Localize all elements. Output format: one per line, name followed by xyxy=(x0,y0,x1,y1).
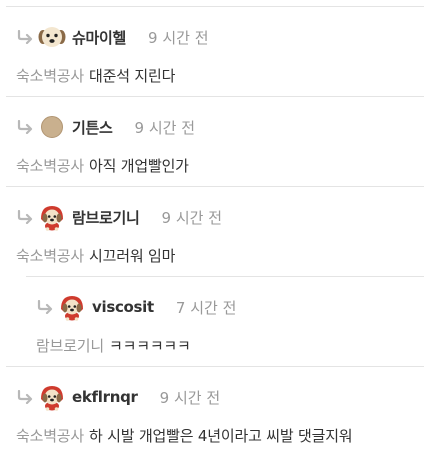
reply-target-name[interactable]: 숙소벽공사 xyxy=(16,67,84,85)
comment-item: 슈마이헬 9 시간 전 숙소벽공사 대준석 지린다 xyxy=(6,6,424,97)
comment-header: 람브로기니 9 시간 전 xyxy=(16,205,222,229)
comment-text: 대준석 지린다 xyxy=(89,67,176,85)
comment-item: 기튼스 9 시간 전 숙소벽공사 아직 개업빨인가 xyxy=(6,96,424,187)
comment-body: 숙소벽공사 아직 개업빨인가 xyxy=(16,155,189,176)
comment-body: 람브로기니 ㅋㅋㅋㅋㅋㅋ xyxy=(36,335,191,356)
comment-author[interactable]: 슈마이헬 xyxy=(72,27,126,48)
comment-time: 9 시간 전 xyxy=(148,28,209,47)
comment-time: 9 시간 전 xyxy=(134,118,195,137)
reply-target-name[interactable]: 람브로기니 xyxy=(36,337,104,355)
reply-arrow-icon xyxy=(16,120,36,134)
dog-red-hood-icon[interactable] xyxy=(58,293,86,321)
comment-text: 하 시발 개업빨은 4년이라고 씨발 댓글지워 xyxy=(89,427,353,445)
reply-target-name[interactable]: 숙소벽공사 xyxy=(16,157,84,175)
comment-body: 숙소벽공사 시끄러워 임마 xyxy=(16,245,175,266)
reply-arrow-icon xyxy=(16,30,36,44)
comment-item: 람브로기니 9 시간 전 숙소벽공사 시끄러워 임마 xyxy=(6,186,424,277)
dog-red-hood-icon[interactable] xyxy=(38,383,66,411)
comment-time: 9 시간 전 xyxy=(161,208,222,227)
comment-time: 9 시간 전 xyxy=(159,388,221,407)
comment-text: 시끄러워 임마 xyxy=(89,247,176,265)
comment-text: 아직 개업빨인가 xyxy=(89,157,189,175)
comment-thread: 슈마이헬 9 시간 전 숙소벽공사 대준석 지린다 기튼스 9 시간 전 숙소벽공… xyxy=(0,0,426,461)
comment-header: 기튼스 9 시간 전 xyxy=(16,115,195,139)
nested-comment-item: viscosit 7 시간 전 람브로기니 ㅋㅋㅋㅋㅋㅋ xyxy=(26,276,424,367)
reply-arrow-icon xyxy=(16,210,36,224)
comment-author[interactable]: 람브로기니 xyxy=(72,207,140,228)
comment-time: 7 시간 전 xyxy=(175,298,237,317)
reply-target-name[interactable]: 숙소벽공사 xyxy=(16,247,84,265)
comment-body: 숙소벽공사 대준석 지린다 xyxy=(16,65,175,86)
comment-author[interactable]: 기튼스 xyxy=(72,117,113,138)
round-circle-icon[interactable] xyxy=(38,113,66,141)
comment-header: 슈마이헬 9 시간 전 xyxy=(16,25,209,49)
comment-item: ekflrnqr 9 시간 전 숙소벽공사 하 시발 개업빨은 4년이라고 씨발 … xyxy=(6,366,424,462)
reply-target-name[interactable]: 숙소벽공사 xyxy=(16,427,84,445)
comment-author[interactable]: ekflrnqr xyxy=(72,388,138,406)
reply-arrow-icon xyxy=(36,300,56,314)
comment-body: 숙소벽공사 하 시발 개업빨은 4년이라고 씨발 댓글지워 xyxy=(16,425,353,446)
reply-arrow-icon xyxy=(16,390,36,404)
comment-header: ekflrnqr 9 시간 전 xyxy=(16,385,220,409)
comment-author[interactable]: viscosit xyxy=(92,298,154,316)
dog-red-hood-icon[interactable] xyxy=(38,203,66,231)
comment-text: ㅋㅋㅋㅋㅋㅋ xyxy=(109,337,191,355)
dog-face-icon[interactable] xyxy=(38,23,66,51)
comment-header: viscosit 7 시간 전 xyxy=(36,295,236,319)
